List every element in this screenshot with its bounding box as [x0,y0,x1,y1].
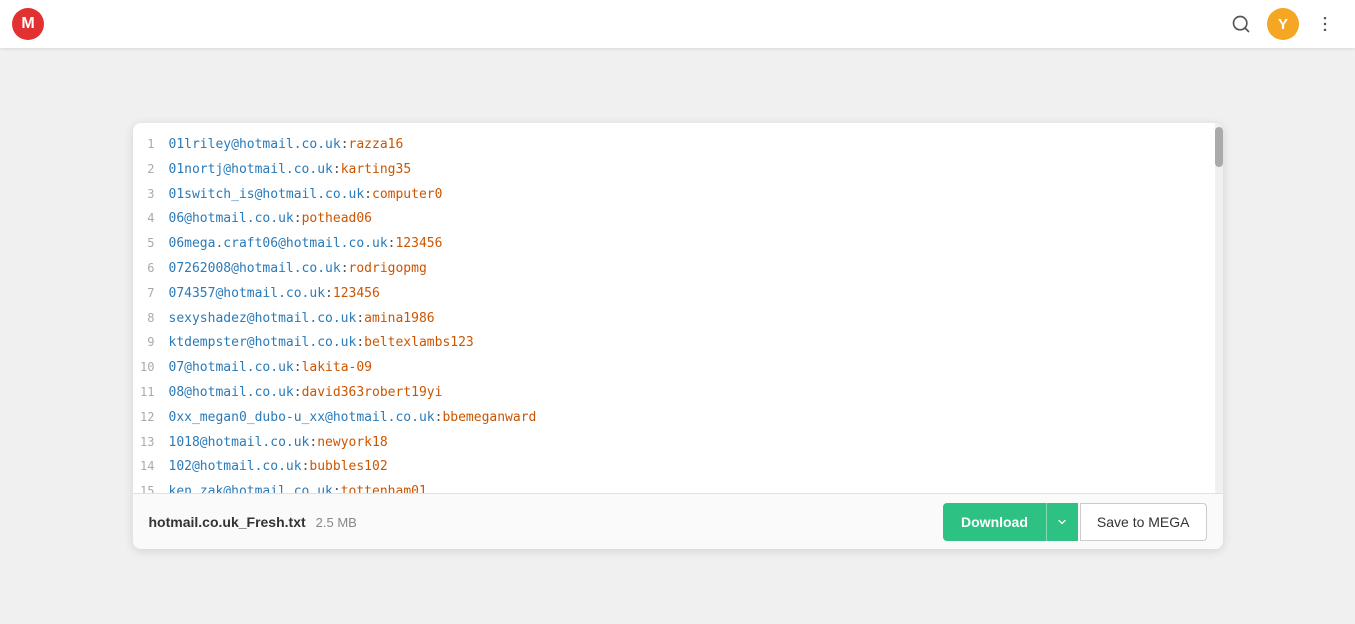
line-email: 07262008@hotmail.co.uk [169,259,341,280]
more-vertical-icon [1315,14,1335,34]
topbar-left: M [12,8,44,40]
table-row: 120xx_megan0_dubo-u_xx@hotmail.co.uk:bbe… [133,406,1223,431]
line-separator: : [294,383,302,404]
line-number: 11 [133,383,169,402]
mega-logo: M [12,8,44,40]
line-password: newyork18 [317,433,387,454]
scrollbar-track[interactable] [1215,123,1223,493]
table-row: 9ktdempster@hotmail.co.uk:beltexlambs123 [133,331,1223,356]
line-password: razza16 [349,135,404,156]
file-info: hotmail.co.uk_Fresh.txt 2.5 MB [149,514,357,530]
line-number: 12 [133,408,169,427]
table-row: 131018@hotmail.co.uk:newyork18 [133,431,1223,456]
line-number: 6 [133,259,169,278]
line-separator: : [341,259,349,280]
line-separator: : [294,209,302,230]
main-area: 101lriley@hotmail.co.uk:razza16201nortj@… [0,48,1355,624]
table-row: 7074357@hotmail.co.uk:123456 [133,282,1223,307]
download-button[interactable]: Download [943,503,1046,541]
table-row: 14102@hotmail.co.uk:bubbles102 [133,455,1223,480]
line-email: sexyshadez@hotmail.co.uk [169,309,357,330]
line-number: 15 [133,482,169,493]
line-separator: : [294,358,302,379]
file-name: hotmail.co.uk_Fresh.txt [149,514,306,530]
line-email: 0xx_megan0_dubo-u_xx@hotmail.co.uk [169,408,435,429]
line-separator: : [302,457,310,478]
line-password: 123456 [333,284,380,305]
line-email: 01lriley@hotmail.co.uk [169,135,341,156]
line-password: computer0 [372,185,442,206]
file-card: 101lriley@hotmail.co.uk:razza16201nortj@… [133,123,1223,549]
line-email: 07@hotmail.co.uk [169,358,294,379]
line-number: 1 [133,135,169,154]
table-row: 406@hotmail.co.uk:pothead06 [133,207,1223,232]
line-password: 123456 [395,234,442,255]
line-number: 2 [133,160,169,179]
line-number: 4 [133,209,169,228]
more-options-button[interactable] [1307,6,1343,42]
line-separator: : [435,408,443,429]
table-row: 101lriley@hotmail.co.uk:razza16 [133,133,1223,158]
line-password: bubbles102 [309,457,387,478]
line-number: 13 [133,433,169,452]
line-separator: : [333,160,341,181]
line-separator: : [333,482,341,493]
line-email: 01switch_is@hotmail.co.uk [169,185,365,206]
line-email: 06@hotmail.co.uk [169,209,294,230]
line-email: 01nortj@hotmail.co.uk [169,160,333,181]
line-separator: : [364,185,372,206]
line-number: 5 [133,234,169,253]
line-separator: : [356,333,364,354]
topbar: M Y [0,0,1355,48]
table-row: 506mega.craft06@hotmail.co.uk:123456 [133,232,1223,257]
table-row: 1007@hotmail.co.uk:lakita-09 [133,356,1223,381]
line-number: 8 [133,309,169,328]
download-dropdown-button[interactable] [1046,503,1078,541]
table-row: 607262008@hotmail.co.uk:rodrigopmg [133,257,1223,282]
file-content: 101lriley@hotmail.co.uk:razza16201nortj@… [133,123,1223,493]
line-email: 06mega.craft06@hotmail.co.uk [169,234,388,255]
line-password: rodrigopmg [349,259,427,280]
footer-actions: Download Save to MEGA [943,503,1206,541]
line-number: 10 [133,358,169,377]
line-email: ken_zak@hotmail.co.uk [169,482,333,493]
line-separator: : [325,284,333,305]
line-separator: : [356,309,364,330]
scrollbar-thumb[interactable] [1215,127,1223,167]
line-email: 08@hotmail.co.uk [169,383,294,404]
line-password: beltexlambs123 [364,333,474,354]
line-separator: : [341,135,349,156]
line-number: 14 [133,457,169,476]
line-number: 3 [133,185,169,204]
line-email: ktdempster@hotmail.co.uk [169,333,357,354]
line-separator: : [388,234,396,255]
avatar[interactable]: Y [1267,8,1299,40]
line-email: 074357@hotmail.co.uk [169,284,326,305]
table-row: 1108@hotmail.co.uk:david363robert19yi [133,381,1223,406]
line-password: bbemeganward [442,408,536,429]
line-password: david363robert19yi [302,383,443,404]
table-row: 15ken_zak@hotmail.co.uk:tottenham01 [133,480,1223,493]
topbar-right: Y [1223,6,1343,42]
line-email: 1018@hotmail.co.uk [169,433,310,454]
file-footer: hotmail.co.uk_Fresh.txt 2.5 MB Download … [133,493,1223,549]
line-password: tottenham01 [341,482,427,493]
line-number: 9 [133,333,169,352]
table-row: 8sexyshadez@hotmail.co.uk:amina1986 [133,307,1223,332]
line-password: lakita-09 [302,358,372,379]
file-size: 2.5 MB [316,515,357,530]
line-password: amina1986 [364,309,434,330]
table-row: 301switch_is@hotmail.co.uk:computer0 [133,183,1223,208]
line-number: 7 [133,284,169,303]
line-list: 101lriley@hotmail.co.uk:razza16201nortj@… [133,123,1223,493]
line-password: karting35 [341,160,411,181]
line-password: pothead06 [302,209,372,230]
line-email: 102@hotmail.co.uk [169,457,302,478]
table-row: 201nortj@hotmail.co.uk:karting35 [133,158,1223,183]
search-icon [1231,14,1251,34]
search-button[interactable] [1223,6,1259,42]
line-separator: : [309,433,317,454]
save-to-mega-button[interactable]: Save to MEGA [1080,503,1207,541]
chevron-down-icon [1056,516,1068,528]
